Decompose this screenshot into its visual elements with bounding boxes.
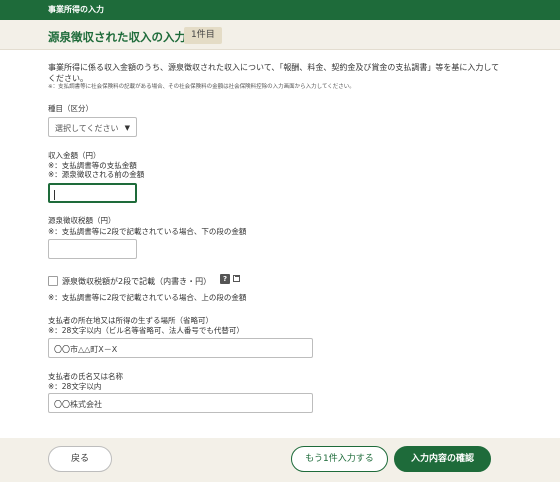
section-titlebar: 源泉徴収された収入の入力 1件目: [0, 20, 560, 50]
income-note-1: ※：支払調書等の支払金額: [48, 161, 137, 170]
intro-text: 事業所得に係る収入金額のうち、源泉徴収された収入について、「報酬、料金、契約金及…: [48, 63, 500, 83]
income-note-2: ※：源泉徴収される前の金額: [48, 170, 145, 179]
intro-block: 事業所得に係る収入金額のうち、源泉徴収された収入について、「報酬、料金、契約金及…: [48, 62, 503, 91]
income-label: 収入金額（円）: [48, 151, 101, 160]
add-another-button[interactable]: もう1件入力する: [291, 446, 388, 472]
withholding-label: 源泉徴収税額（円）: [48, 216, 116, 225]
section-title: 源泉徴収された収入の入力: [48, 30, 186, 44]
count-badge: 1件目: [184, 27, 222, 44]
text-caret: [54, 190, 55, 200]
income-amount-input[interactable]: [48, 183, 137, 203]
new-window-icon[interactable]: [233, 275, 240, 282]
payer-address-note: ※：28文字以内（ビル名等省略可、法人番号でも代替可）: [48, 326, 244, 335]
two-row-checkbox[interactable]: [48, 276, 58, 286]
category-select[interactable]: 選択してください ▼: [48, 117, 137, 137]
dropdown-arrow-icon: ▼: [124, 124, 130, 132]
category-label: 種目（区分）: [48, 104, 93, 113]
two-row-checkbox-label[interactable]: 源泉徴収税額が2段で記載（内書き・円）: [62, 276, 211, 287]
payer-name-label: 支払者の氏名又は名称: [48, 372, 123, 381]
top-header: 事業所得の入力: [0, 0, 560, 20]
intro-note: ※：支払調書等に社会保険料の記載がある場合、その社会保険料の金額は社会保険料控除…: [48, 84, 355, 90]
help-icon[interactable]: ?: [220, 274, 230, 284]
withholding-tax-input[interactable]: [48, 239, 137, 259]
category-select-value: 選択してください: [55, 124, 119, 133]
header-title: 事業所得の入力: [48, 5, 104, 14]
back-button[interactable]: 戻る: [48, 446, 112, 472]
payer-address-value: 〇〇市△△町X－X: [54, 345, 118, 354]
payer-address-label: 支払者の所在地又は所得の生ずる場所（省略可）: [48, 316, 213, 325]
confirm-button[interactable]: 入力内容の確認: [394, 446, 491, 472]
payer-name-note: ※：28文字以内: [48, 382, 102, 391]
payer-name-value: 〇〇株式会社: [54, 400, 102, 409]
two-row-note: ※：支払調書等に2段で記載されている場合、上の段の金額: [48, 293, 247, 302]
payer-name-input[interactable]: 〇〇株式会社: [48, 393, 313, 413]
payer-address-input[interactable]: 〇〇市△△町X－X: [48, 338, 313, 358]
withholding-note: ※：支払調書等に2段で記載されている場合、下の段の金額: [48, 227, 247, 236]
